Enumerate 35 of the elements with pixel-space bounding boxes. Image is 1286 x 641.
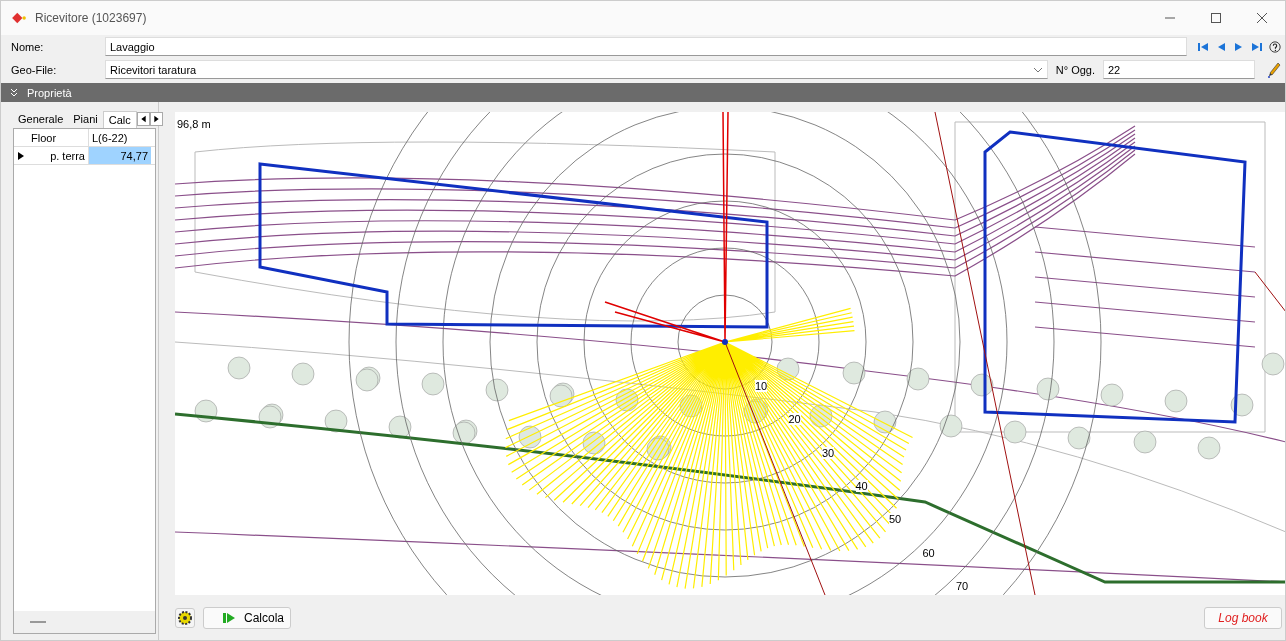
last-record-icon[interactable] — [1251, 40, 1263, 53]
section-header[interactable]: Proprietà — [1, 83, 1285, 102]
help-icon[interactable] — [1269, 40, 1281, 53]
object-number-field[interactable]: 22 — [1103, 60, 1255, 79]
tab[interactable]: Calc — [102, 110, 137, 128]
geofile-label: Geo-File: — [10, 63, 58, 76]
building-outline[interactable] — [258, 162, 769, 329]
gear-button[interactable] — [175, 607, 195, 628]
object-number-label: N° Ogg. — [1054, 63, 1096, 76]
name-label: Nome: — [10, 40, 45, 53]
gear-icon — [177, 609, 193, 626]
table-cell: 74,77 — [89, 147, 151, 164]
distance-label: 10 — [755, 380, 768, 392]
column-header: L(6-22) — [91, 130, 129, 146]
survey-line — [1254, 271, 1285, 313]
calculate-button[interactable]: Calcola — [203, 606, 291, 629]
building-outline[interactable] — [983, 130, 1247, 424]
geofile-dropdown[interactable]: Ricevitori taratura — [105, 60, 1048, 79]
close-icon[interactable] — [1256, 12, 1268, 24]
scale-label: 96,8 m — [177, 118, 211, 130]
maximize-icon[interactable] — [1210, 12, 1222, 24]
tab[interactable]: Generale — [13, 111, 69, 127]
column-header: Floor — [28, 129, 89, 146]
name-field[interactable]: Lavaggio — [105, 37, 1187, 56]
distance-label: 50 — [889, 513, 902, 526]
app-logo-icon — [11, 12, 27, 24]
dropdown-chevron-icon[interactable] — [1032, 66, 1043, 73]
pencil-icon[interactable] — [1267, 61, 1281, 78]
tab[interactable]: Piani — [68, 111, 103, 127]
collapse-chevron-icon[interactable] — [9, 87, 19, 98]
window-title: Ricevitore (1023697) — [35, 11, 147, 25]
play-icon — [222, 610, 236, 625]
receiver-point-icon[interactable] — [722, 339, 728, 345]
log-book-button[interactable]: Log book — [1204, 606, 1282, 629]
first-record-icon[interactable] — [1197, 40, 1209, 53]
